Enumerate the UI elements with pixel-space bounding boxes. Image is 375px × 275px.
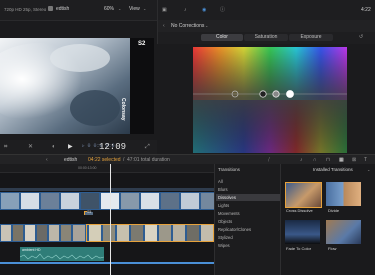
viewer-toolbar: 720p HD 25p, Stereo edtish 60% ⌄ View ⌄ bbox=[0, 0, 157, 21]
category-all[interactable]: All bbox=[216, 178, 280, 185]
playhead[interactable] bbox=[110, 164, 111, 275]
selection-duration: 04:22 selected bbox=[88, 157, 121, 163]
category-replicator-clones[interactable]: Replicator/Clones bbox=[216, 226, 280, 233]
secondary-video-clips[interactable] bbox=[0, 224, 214, 242]
category-objects[interactable]: Objects bbox=[216, 218, 280, 225]
timeline-ruler[interactable]: 00:00:13:00 bbox=[0, 164, 214, 173]
skimming-icon[interactable]: ⧸ bbox=[268, 157, 270, 163]
crop-icon[interactable]: ⌗ bbox=[4, 144, 7, 150]
color-board-canvas bbox=[193, 47, 347, 153]
chevron-down-icon: ⌄ bbox=[205, 23, 209, 28]
chevron-left-icon[interactable]: ‹ bbox=[163, 23, 165, 29]
shadows-puck bbox=[259, 90, 267, 98]
label-cross-dissolve: Cross Dissolve bbox=[286, 208, 313, 213]
slash-separator: / bbox=[123, 157, 125, 163]
info-icon[interactable]: ⓘ bbox=[220, 7, 225, 13]
inspector-toolbar: ▣ ♪ ◉ ⓘ 4:22 bbox=[157, 0, 375, 20]
timecode-display: 12:09 bbox=[99, 142, 127, 152]
fullscreen-icon[interactable]: ⤢ bbox=[145, 144, 150, 150]
category-lights[interactable]: Lights bbox=[216, 202, 280, 209]
lower-clip-label: S5 bbox=[87, 210, 92, 214]
browser-title: Installed Transitions bbox=[313, 167, 353, 172]
transform-icon[interactable]: ✕ bbox=[28, 144, 33, 150]
connected-track bbox=[0, 188, 214, 191]
inspector-time: 4:22 bbox=[361, 7, 371, 13]
thumb-divide[interactable] bbox=[326, 182, 361, 206]
audio-waveform bbox=[20, 253, 104, 260]
category-dissolves[interactable]: Dissolves bbox=[216, 194, 280, 201]
highlights-puck bbox=[286, 90, 294, 98]
video-frame bbox=[0, 38, 154, 134]
category-stylized[interactable]: Stylized bbox=[216, 234, 280, 241]
correction-header: ‹ No Corrections ⌄ bbox=[157, 20, 375, 32]
timeline[interactable]: 00:00:13:00 S5 ambient HD bbox=[0, 164, 214, 275]
label-fade-to-color: Fade To Color bbox=[286, 246, 312, 251]
audio-icon[interactable]: ♪ bbox=[184, 7, 187, 13]
chevron-left-icon[interactable]: ‹ bbox=[46, 157, 48, 163]
color-board[interactable] bbox=[193, 47, 347, 153]
lower-title-clip[interactable]: S5 bbox=[85, 210, 93, 215]
category-blurs[interactable]: Blurs bbox=[216, 186, 280, 193]
headphones-icon[interactable]: ∩ bbox=[313, 157, 317, 163]
audio-clip[interactable]: ambient HD bbox=[20, 247, 104, 261]
label-flow: Flow bbox=[328, 246, 337, 251]
audio-clip-label: ambient HD bbox=[22, 248, 41, 252]
reset-icon[interactable]: ↺ bbox=[359, 34, 363, 40]
titles-browser-icon[interactable]: T bbox=[364, 157, 367, 163]
selection-range-bar bbox=[0, 262, 214, 264]
correction-select[interactable]: No Corrections bbox=[171, 23, 204, 29]
timeline-project: edtish bbox=[64, 157, 78, 163]
project-icon bbox=[48, 6, 53, 11]
project-label[interactable]: edtish bbox=[56, 6, 69, 12]
chevron-down-icon: ⌄ bbox=[118, 6, 122, 11]
tab-color[interactable]: Color bbox=[201, 34, 243, 41]
clip-title: S2 bbox=[138, 41, 146, 47]
video-viewer[interactable]: S2 Colonsay bbox=[0, 38, 154, 134]
label-divide: Divide bbox=[328, 208, 340, 213]
tab-exposure[interactable]: Exposure bbox=[289, 34, 333, 41]
snapping-icon[interactable]: ⊓ bbox=[326, 157, 330, 163]
enhance-icon[interactable]: ◐ bbox=[52, 144, 56, 150]
film-icon[interactable]: ▣ bbox=[162, 7, 167, 13]
zoom-select[interactable]: 60% bbox=[104, 6, 114, 12]
primary-video-clips[interactable] bbox=[0, 192, 214, 210]
thumb-cross-dissolve[interactable] bbox=[285, 182, 322, 208]
playback-controls: ⌗ ✕ ◐ ▶ ▹ 0 0:0 0:0 12:09 ⤢ bbox=[0, 140, 157, 154]
effects-browser-icon[interactable]: ▦ bbox=[339, 157, 344, 163]
ruler-timecode: 00:00:13:00 bbox=[78, 166, 97, 170]
audio-skimming-icon[interactable]: ♪ bbox=[300, 157, 303, 163]
chevron-down-icon: ⌄ bbox=[367, 167, 371, 172]
play-icon[interactable]: ▶ bbox=[68, 144, 73, 150]
view-menu[interactable]: View bbox=[129, 6, 140, 12]
chevron-down-icon: ⌄ bbox=[143, 6, 147, 11]
thumb-fade-to-color[interactable] bbox=[285, 220, 320, 244]
thumb-flow[interactable] bbox=[326, 220, 361, 244]
total-duration: 47:01 total duration bbox=[127, 157, 170, 163]
clip-side-label: Colonsay bbox=[120, 98, 126, 121]
color-icon[interactable]: ◉ bbox=[202, 7, 206, 13]
transitions-browser-icon[interactable]: ⊠ bbox=[352, 157, 356, 163]
format-label: 720p HD 25p, Stereo bbox=[4, 7, 47, 12]
midtones-puck bbox=[272, 90, 280, 98]
tab-saturation[interactable]: Saturation bbox=[244, 34, 288, 41]
transitions-header: Transitions bbox=[218, 167, 240, 172]
category-wipes[interactable]: Wipes bbox=[216, 242, 280, 249]
category-movements[interactable]: Movements bbox=[216, 210, 280, 217]
